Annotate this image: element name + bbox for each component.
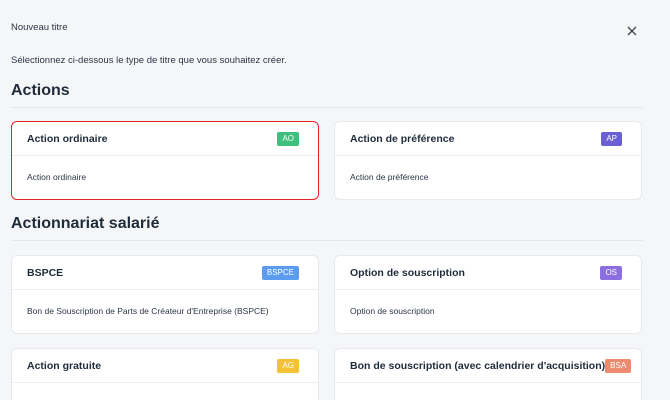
type-badge: BSPCE [261, 265, 299, 280]
modal-title: Nouveau titre [11, 22, 68, 33]
card-description: Action de préférence [350, 172, 429, 182]
card-action-ordinaire[interactable]: Action ordinaire AO Action ordinaire [11, 121, 319, 200]
section-divider [11, 107, 643, 108]
card-title: Option de souscription [350, 266, 465, 279]
card-title: BSPCE [27, 266, 64, 279]
card-description: Action ordinaire [27, 172, 87, 182]
card-action-gratuite[interactable]: Action gratuite AG [11, 348, 319, 400]
type-badge: AO [277, 131, 299, 146]
section-title-actionnariat-salarie: Actionnariat salarié [11, 215, 160, 232]
intro-text: Sélectionnez ci-dessous le type de titre… [11, 55, 287, 66]
card-description: Option de souscription [350, 306, 435, 316]
card-bspce[interactable]: BSPCE BSPCE Bon de Souscription de Parts… [11, 255, 319, 334]
card-title: Bon de souscription (avec calendrier d'a… [350, 359, 606, 372]
section-divider [11, 240, 643, 241]
close-icon[interactable] [624, 23, 640, 39]
card-action-de-preference[interactable]: Action de préférence AP Action de préfér… [334, 121, 642, 200]
card-title: Action de préférence [350, 132, 455, 145]
type-badge: BSA [605, 358, 632, 373]
type-badge: OS [600, 265, 622, 280]
type-badge: AG [277, 358, 299, 373]
card-option-de-souscription[interactable]: Option de souscription OS Option de sous… [334, 255, 642, 334]
card-bon-de-souscription[interactable]: Bon de souscription (avec calendrier d'a… [334, 348, 642, 400]
section-title-actions: Actions [11, 82, 70, 99]
type-badge: AP [601, 131, 622, 146]
card-description: Bon de Souscription de Parts de Créateur… [27, 306, 269, 316]
card-title: Action gratuite [27, 359, 102, 372]
card-title: Action ordinaire [27, 132, 108, 145]
